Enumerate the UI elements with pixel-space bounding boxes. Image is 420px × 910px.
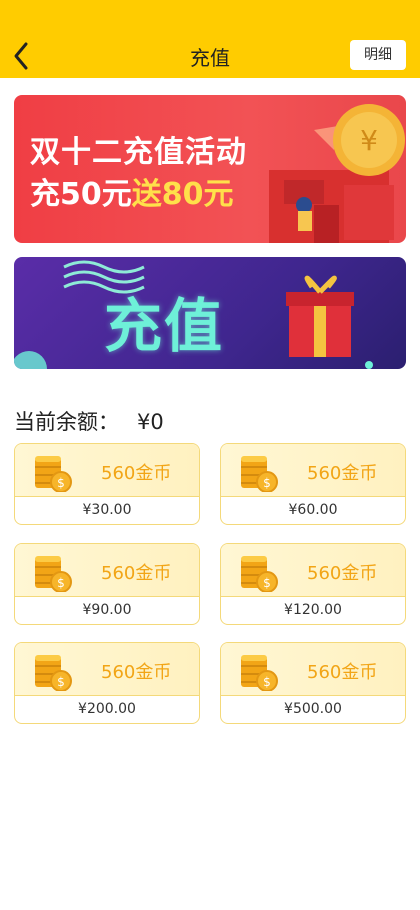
coin-stack-icon: $ bbox=[241, 655, 278, 691]
package-price: ¥500.00 bbox=[284, 701, 342, 717]
package-top: $ 560金币 bbox=[15, 643, 199, 696]
balance-label: 当前余额： bbox=[14, 410, 119, 434]
svg-text:$: $ bbox=[263, 476, 271, 490]
coin-stack-icon: $ bbox=[241, 456, 278, 492]
detail-button[interactable]: 明细 bbox=[350, 40, 406, 70]
package-top: $ 560金币 bbox=[221, 643, 405, 696]
package-coins: 560金币 bbox=[307, 662, 378, 683]
balance-row: 当前余额： ¥0 bbox=[14, 406, 164, 436]
package-price: ¥90.00 bbox=[82, 602, 132, 618]
banner2-title: 充值 bbox=[104, 292, 225, 360]
coin-stack-icon: $ bbox=[35, 655, 72, 691]
recharge-package[interactable]: $ 560金币 ¥500.00 bbox=[220, 642, 406, 724]
package-price: ¥60.00 bbox=[288, 502, 338, 518]
recharge-package[interactable]: $ 560金币 ¥30.00 bbox=[14, 443, 200, 525]
top-bar: 充值 明细 bbox=[0, 0, 420, 78]
coin-stack-icon: $ bbox=[241, 556, 278, 592]
banner1-subtitle-prefix: 充50元 bbox=[30, 177, 132, 212]
recharge-package[interactable]: $ 560金币 ¥200.00 bbox=[14, 642, 200, 724]
svg-text:$: $ bbox=[263, 675, 271, 689]
package-coins: 560金币 bbox=[101, 463, 172, 484]
package-top: $ 560金币 bbox=[221, 444, 405, 497]
promo-banner-recharge[interactable]: 充值 bbox=[14, 257, 406, 369]
svg-text:$: $ bbox=[57, 476, 65, 490]
recharge-package[interactable]: $ 560金币 ¥60.00 bbox=[220, 443, 406, 525]
balance-amount: ¥0 bbox=[137, 410, 164, 434]
banner1-title: 双十二充值活动 bbox=[30, 135, 247, 170]
recharge-package[interactable]: $ 560金币 ¥120.00 bbox=[220, 543, 406, 625]
recharge-package[interactable]: $ 560金币 ¥90.00 bbox=[14, 543, 200, 625]
promo-banner-double12[interactable]: ¥ 双十二充值活动 充50元送80元 bbox=[14, 95, 406, 243]
svg-text:$: $ bbox=[57, 576, 65, 590]
package-top: $ 560金币 bbox=[15, 544, 199, 597]
banner1-subtitle-highlight: 送80元 bbox=[131, 177, 234, 212]
svg-text:¥: ¥ bbox=[360, 124, 378, 157]
svg-text:$: $ bbox=[263, 576, 271, 590]
package-price: ¥120.00 bbox=[284, 602, 342, 618]
coin-stack-icon: $ bbox=[35, 456, 72, 492]
package-coins: 560金币 bbox=[101, 662, 172, 683]
package-top: $ 560金币 bbox=[221, 544, 405, 597]
package-price: ¥30.00 bbox=[82, 502, 132, 518]
package-coins: 560金币 bbox=[307, 563, 378, 584]
banner1-subtitle: 充50元送80元 bbox=[30, 169, 234, 213]
coin-stack-icon: $ bbox=[35, 556, 72, 592]
package-top: $ 560金币 bbox=[15, 444, 199, 497]
svg-text:$: $ bbox=[57, 675, 65, 689]
package-price: ¥200.00 bbox=[78, 701, 136, 717]
package-coins: 560金币 bbox=[307, 463, 378, 484]
package-coins: 560金币 bbox=[101, 563, 172, 584]
